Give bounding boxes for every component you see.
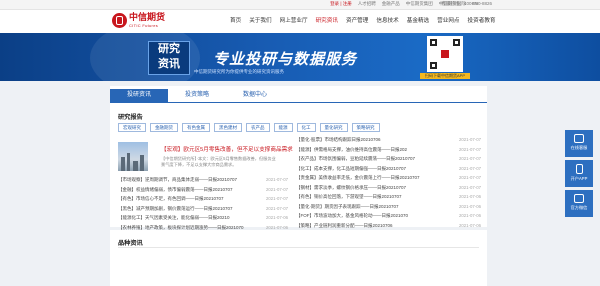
hotline-text: 客服热线：400-990-8826 [441, 1, 492, 6]
top-utility-bar: 登录 | 注册 人才招聘 金融产品 中信期货集团 中信期货国际 EN 客服热线：… [0, 0, 600, 10]
tab-research-news[interactable]: 投研资讯 [110, 89, 168, 102]
banner-subtitle: 中信期货研究所为你提供专业的研究资讯服务 [194, 69, 284, 74]
tab-data-center[interactable]: 数据中心 [226, 89, 284, 102]
banner-headline: 专业投研与数据服务 [213, 51, 358, 68]
list-item[interactable]: 【农产品】市场氛围偏弱，豆粕延续震荡——日报20210707 2021-07-07 [296, 156, 481, 166]
nav-about[interactable]: 关于我们 [245, 16, 275, 24]
cat-ferrous[interactable]: 黑色建材 [214, 123, 242, 132]
group-link[interactable]: 中信期货集团 [406, 1, 433, 7]
nav-asset-mgmt[interactable]: 资产管理 [342, 16, 372, 24]
banner-tag: 研究 资讯 [148, 41, 190, 75]
logo-en: CITIC Futures [129, 22, 159, 28]
site-logo[interactable]: 中信期货 CITIC Futures [112, 13, 165, 28]
nav-online-hall[interactable]: 网上营业厅 [276, 16, 312, 24]
hero-banner: 研究 资讯 专业投研与数据服务 中信期货研究所为你提供专业的研究资讯服务 扫码下载… [0, 33, 600, 81]
wechat-widget[interactable]: 官方微信 [565, 190, 593, 217]
variety-news-panel: 品种资讯 [110, 230, 487, 286]
app-qr-code [427, 36, 463, 72]
research-tabs: 投研资讯 投资策略 数据中心 [110, 89, 284, 102]
list-item[interactable]: 【市场观察】逆周期调节，商品集体走弱——日报20210707 2021-07-07 [118, 177, 288, 187]
tab-strategy[interactable]: 投资策略 [168, 89, 226, 102]
chat-icon [574, 134, 584, 143]
cat-quant[interactable]: 量化研究 [319, 123, 348, 132]
category-filters: 宏观研究 金融期货 有色金属 黑色建材 农产品 能源 化工 量化研究 策略研究 [118, 123, 380, 132]
list-item[interactable]: 【能源】供需格局支撑，油价维持高位震荡——日报202 2021-07-07 [296, 147, 481, 157]
cat-agri[interactable]: 农产品 [246, 123, 270, 132]
research-panel: 投研资讯 投资策略 数据中心 研究报告 宏观研究 金融期货 有色金属 黑色建材 … [110, 86, 487, 237]
citic-logo-icon [112, 13, 127, 28]
list-item[interactable]: 【黑色】减产预期加剧，钢价震荡运行——日报20210707 2021-07-07 [118, 206, 288, 216]
list-item[interactable]: 【能源化工】天气因素受关注，能化偏弱——日报20210 2021-07-06 [118, 215, 288, 225]
list-item[interactable]: 【钢材】需求淡季，螺纹钢价格承压——日报20210707 2021-07-07 [296, 185, 481, 195]
list-item[interactable]: 【化工】成本支撑，化工品短期偏强——日报20210707 2021-07-07 [296, 166, 481, 176]
online-service-widget[interactable]: 在线客服 [565, 130, 593, 157]
careers-link[interactable]: 人才招聘 [358, 1, 376, 7]
section-title-variety: 品种资讯 [118, 240, 143, 247]
featured-thumbnail[interactable] [118, 142, 148, 171]
list-item[interactable]: 【量化·期货】期货因子表现跟踪——日报20210707 2021-07-06 [296, 204, 481, 214]
phone-icon [575, 164, 583, 174]
list-item[interactable]: 【金融】权益情绪偏弱，债市偏弱震荡——日报20210707 2021-07-07 [118, 187, 288, 197]
nav-it[interactable]: 信息技术 [372, 16, 402, 24]
list-item[interactable]: 【有色】铜价高位回落，下游观望——日报20210707 2021-07-06 [296, 194, 481, 204]
app-download-widget[interactable]: 开户APP [565, 160, 593, 187]
list-item[interactable]: 【有色】市场信心不足，有色回调——日报20210707 2021-07-07 [118, 196, 288, 206]
qr-label: 扫码下载中信期货APP [420, 73, 470, 79]
cat-nonferrous[interactable]: 有色金属 [182, 123, 210, 132]
featured-desc: 【中信期货研究所】·本文：欧元区5月零售数据改善，但服务业景气度下降，不足以支撑… [161, 156, 276, 167]
cat-macro[interactable]: 宏观研究 [118, 123, 146, 132]
list-item[interactable]: 【贵金属】美债收益率走低，金价震荡上行——日报20210707 2021-07-0… [296, 175, 481, 185]
main-nav: 首页 关于我们 网上营业厅 研究资讯 资产管理 信息技术 基金精选 营业网点 投… [226, 16, 500, 24]
list-item[interactable]: 【量化·股票】市场结构跟踪日报20210706 2021-07-07 [296, 137, 481, 147]
cat-strategy[interactable]: 策略研究 [351, 123, 380, 132]
nav-home[interactable]: 首页 [226, 16, 245, 24]
nav-education[interactable]: 投资者教育 [464, 16, 500, 24]
cat-chemical[interactable]: 化工 [296, 123, 316, 132]
right-report-list: 【量化·股票】市场结构跟踪日报20210706 2021-07-07 【能源】供需… [296, 137, 481, 242]
logo-cn: 中信期货 [129, 12, 166, 23]
list-item[interactable]: 【FOF】市场波动加大，基金风格轮动——日报2021070 2021-07-06 [296, 213, 481, 223]
main-header: 中信期货 CITIC Futures 首页 关于我们 网上营业厅 研究资讯 资产… [0, 10, 600, 33]
section-title-research: 研究报告 [118, 114, 143, 121]
qr-icon [574, 194, 584, 203]
cat-energy[interactable]: 能源 [273, 123, 293, 132]
nav-branches[interactable]: 营业网点 [433, 16, 463, 24]
products-link[interactable]: 金融产品 [382, 1, 400, 7]
login-register-link[interactable]: 登录 | 注册 [330, 1, 352, 7]
left-report-list: 【市场观察】逆周期调节，商品集体走弱——日报20210707 2021-07-07… [118, 177, 288, 234]
cat-financial[interactable]: 金融期货 [150, 123, 178, 132]
nav-funds[interactable]: 基金精选 [403, 16, 433, 24]
featured-title[interactable]: 【宏观】欧元区5月零售改善，但不足以支撑商品需求 [161, 145, 293, 153]
nav-research[interactable]: 研究资讯 [312, 16, 342, 24]
